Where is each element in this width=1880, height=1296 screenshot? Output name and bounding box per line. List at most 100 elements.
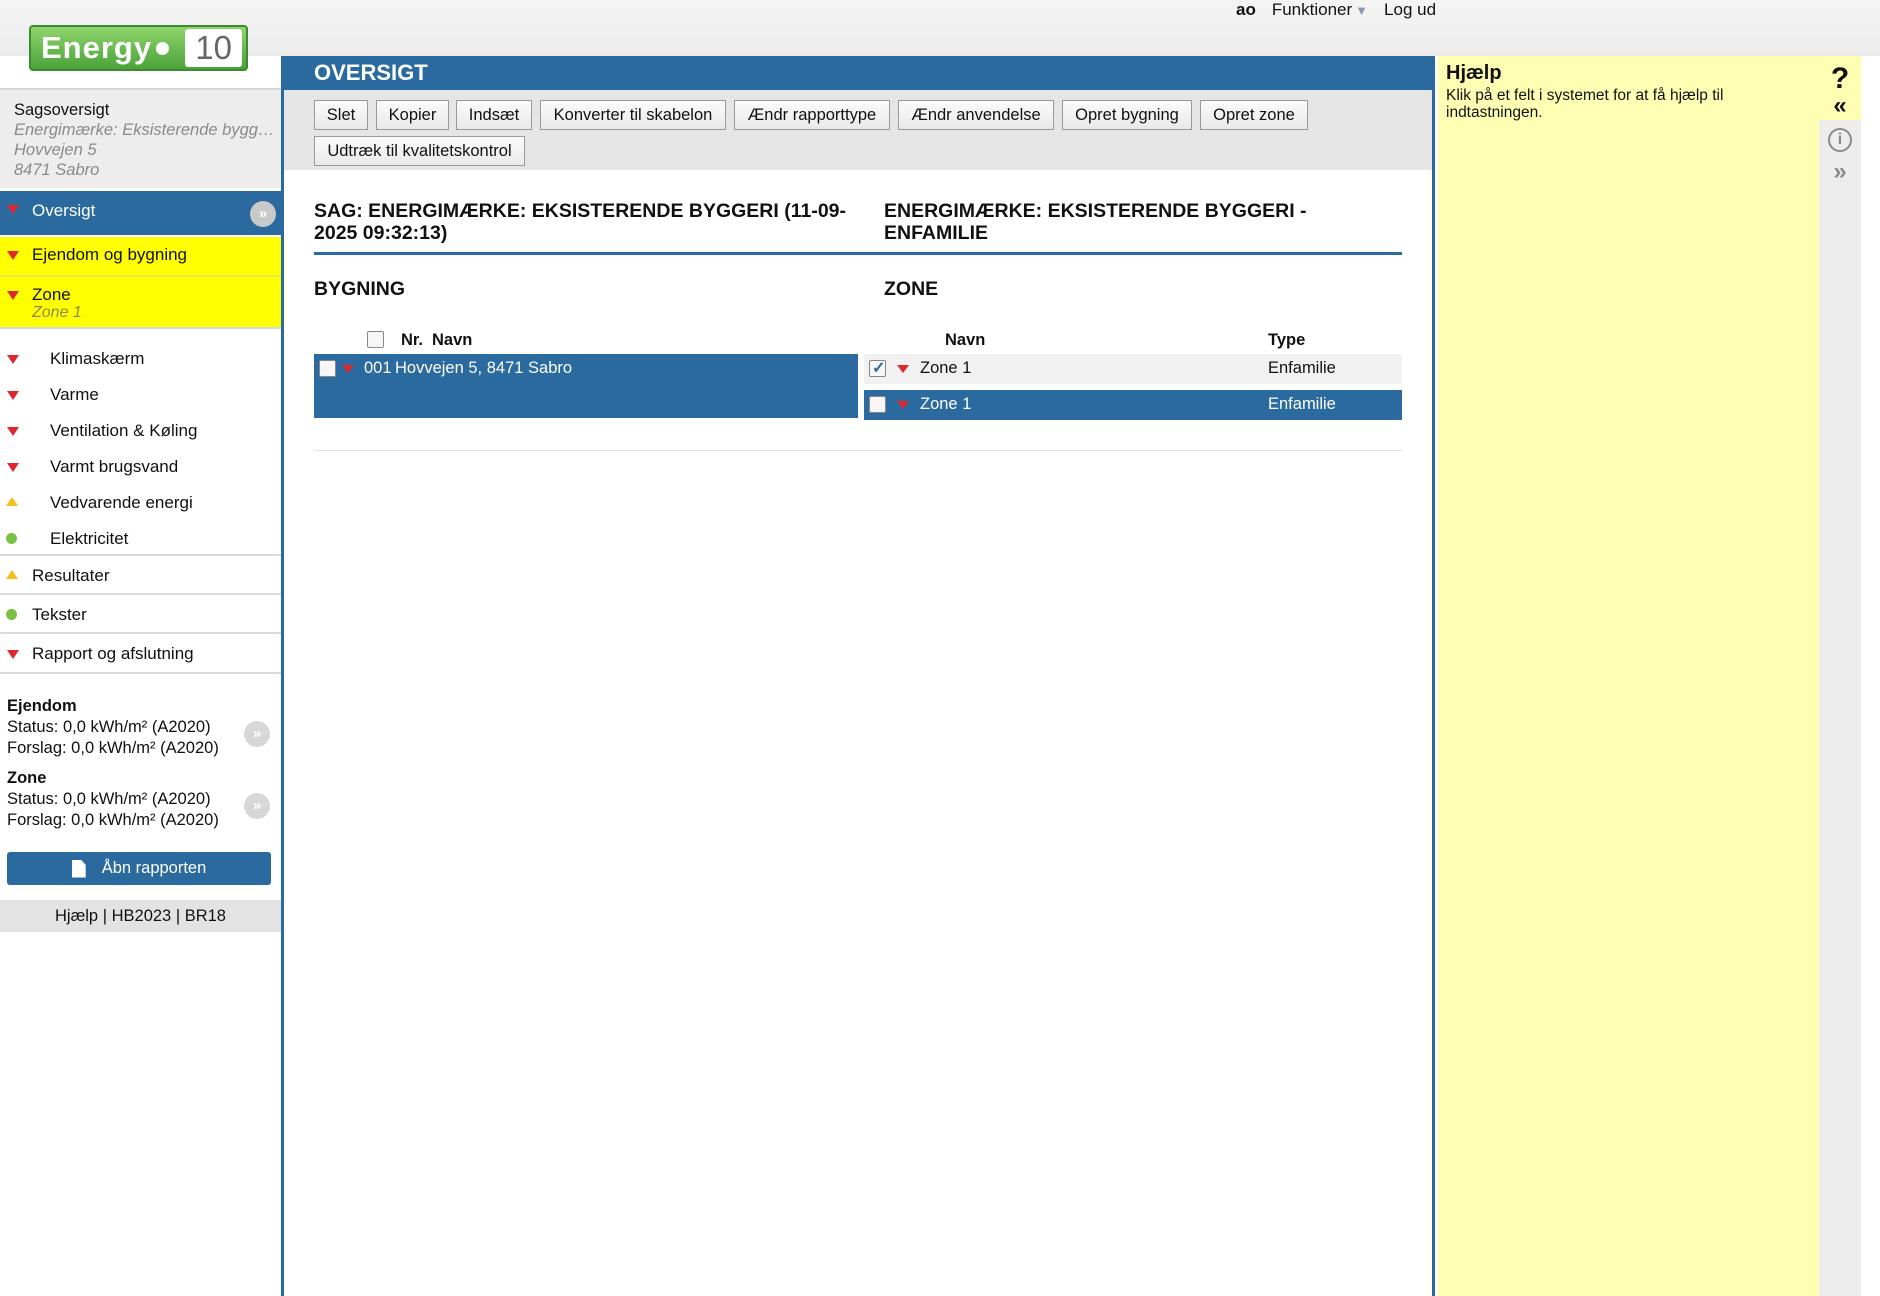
building-nr: 001 xyxy=(364,359,392,377)
zone-section-title: ZONE xyxy=(884,278,939,300)
hb2023-link[interactable]: HB2023 xyxy=(112,907,172,925)
column-header-nr: Nr. xyxy=(401,331,424,349)
column-header-name: Navn xyxy=(432,331,473,349)
double-chevron-left-icon[interactable]: « xyxy=(1819,94,1861,118)
select-all-buildings-checkbox[interactable] xyxy=(367,331,384,348)
column-header-type: Type xyxy=(1268,331,1306,349)
logout-link[interactable]: Log ud xyxy=(1384,0,1436,20)
sidebar-item-texts[interactable]: Tekster xyxy=(0,597,281,633)
delete-button[interactable]: Slet xyxy=(314,100,368,130)
sidebar-item-electricity[interactable]: Elektricitet xyxy=(0,521,281,557)
error-status-icon xyxy=(7,463,19,472)
create-zone-button[interactable]: Opret zone xyxy=(1200,100,1308,130)
case-summary[interactable]: Sagsoversigt Energimærke: Eksisterende b… xyxy=(0,88,281,188)
report-type-heading: ENERGIMÆRKE: EKSISTERENDE BYGGERI - ENFA… xyxy=(884,200,1307,244)
property-status: Ejendom Status: 0,0 kWh/m² (A2020) Forsl… xyxy=(7,696,219,759)
help-link[interactable]: Hjælp xyxy=(55,907,98,925)
case-city: 8471 Sabro xyxy=(14,161,100,179)
functions-menu[interactable]: Funktioner ▼ xyxy=(1272,0,1368,20)
error-status-icon xyxy=(897,401,909,409)
row-checkbox[interactable] xyxy=(869,358,886,378)
sidebar-item-climate[interactable]: Klimaskærm xyxy=(0,341,281,377)
property-status-title: Ejendom xyxy=(7,697,77,715)
br18-link[interactable]: BR18 xyxy=(185,907,226,925)
sidebar-item-label: Oversigt xyxy=(32,201,96,220)
double-chevron-right-icon[interactable]: » xyxy=(1819,160,1861,184)
error-status-icon xyxy=(7,291,19,300)
change-usage-button[interactable]: Ændr anvendelse xyxy=(898,100,1054,130)
sidebar-item-label: Vedvarende energi xyxy=(50,493,193,512)
sidebar-item-label: Tekster xyxy=(32,605,87,624)
building-section-title: BYGNING xyxy=(314,278,406,300)
error-status-icon xyxy=(7,205,19,214)
sidebar-item-report[interactable]: Rapport og afslutning xyxy=(0,636,281,672)
building-name: Hovvejen 5, 8471 Sabro xyxy=(395,359,573,377)
open-report-label: Åbn rapporten xyxy=(101,859,207,877)
error-status-icon xyxy=(7,251,19,260)
building-row[interactable]: 001 Hovvejen 5, 8471 Sabro xyxy=(314,354,858,418)
property-status-value: Status: 0,0 kWh/m² (A2020) xyxy=(7,718,211,736)
ok-status-icon xyxy=(6,533,17,544)
column-header-name: Navn xyxy=(945,331,986,349)
sidebar-item-label: Zone xyxy=(32,285,71,304)
sidebar-item-hot-water[interactable]: Varmt brugsvand xyxy=(0,449,281,485)
divider xyxy=(0,554,281,556)
sidebar-item-label: Varmt brugsvand xyxy=(50,457,179,476)
insert-button[interactable]: Indsæt xyxy=(456,100,532,130)
energy10-logo[interactable]: Energy 10 xyxy=(29,25,248,71)
sidebar-item-results[interactable]: Resultater xyxy=(0,558,281,594)
create-building-button[interactable]: Opret bygning xyxy=(1062,100,1192,130)
question-icon[interactable]: ? xyxy=(1819,64,1861,94)
sidebar-item-label: Elektricitet xyxy=(50,529,129,548)
zone-row[interactable]: Zone 1 Enfamilie xyxy=(864,354,1402,384)
double-chevron-right-icon[interactable]: » xyxy=(244,721,270,747)
sidebar-item-label: Klimaskærm xyxy=(50,349,145,368)
quality-control-export-button[interactable]: Udtræk til kvalitetskontrol xyxy=(314,136,525,166)
toolbar: Slet Kopier Indsæt Konverter til skabelo… xyxy=(284,90,1432,170)
sidebar-item-label: Ventilation & Køling xyxy=(50,421,198,440)
zone-proposal-value: Forslag: 0,0 kWh/m² (A2020) xyxy=(7,811,219,829)
sidebar-item-property[interactable]: Ejendom og bygning xyxy=(0,237,281,275)
error-status-icon xyxy=(7,355,19,364)
divider xyxy=(314,450,1402,451)
logo-number: 10 xyxy=(185,29,242,67)
zone-status-value: Status: 0,0 kWh/m² (A2020) xyxy=(7,790,211,808)
change-report-type-button[interactable]: Ændr rapporttype xyxy=(734,100,890,130)
info-icon[interactable]: i xyxy=(1819,128,1861,152)
case-summary-title: Sagsoversigt xyxy=(14,101,110,119)
help-text: Klik på et felt i systemet for at få hjæ… xyxy=(1446,87,1724,121)
open-report-button[interactable]: Åbn rapporten xyxy=(7,852,271,885)
help-rail: ? « i » xyxy=(1819,56,1861,1296)
sidebar-item-ventilation[interactable]: Ventilation & Køling xyxy=(0,413,281,449)
zone-status-title: Zone xyxy=(7,769,47,787)
copy-button[interactable]: Kopier xyxy=(376,100,449,130)
zone-type: Enfamilie xyxy=(1268,395,1336,413)
zone-type: Enfamilie xyxy=(1268,359,1336,377)
logo-dot xyxy=(156,41,170,55)
sidebar-item-heat[interactable]: Varme xyxy=(0,377,281,413)
error-status-icon xyxy=(342,365,354,373)
double-chevron-right-icon[interactable]: » xyxy=(244,793,270,819)
warning-status-icon xyxy=(6,497,18,506)
functions-label[interactable]: Funktioner xyxy=(1272,0,1352,19)
error-status-icon xyxy=(7,391,19,400)
divider xyxy=(0,672,281,674)
sidebar-item-label: Varme xyxy=(50,385,99,404)
row-checkbox[interactable] xyxy=(319,360,336,377)
document-icon xyxy=(71,859,86,878)
heading-rule xyxy=(314,252,1402,255)
help-panel: Hjælp Klik på et felt i systemet for at … xyxy=(1438,56,1819,1296)
sidebar-item-zone[interactable]: Zone Zone 1 xyxy=(0,277,281,327)
sidebar-item-overview[interactable]: Oversigt » xyxy=(0,191,281,235)
zone-row[interactable]: Zone 1 Enfamilie xyxy=(864,390,1402,420)
row-checkbox[interactable] xyxy=(869,396,886,413)
top-bar xyxy=(0,0,1880,56)
chevron-down-icon[interactable]: ▼ xyxy=(1355,3,1368,18)
double-chevron-right-icon[interactable]: » xyxy=(250,201,276,227)
sidebar-item-label: Resultater xyxy=(32,566,110,585)
case-type: Energimærke: Eksisterende byggeri xyxy=(14,121,276,139)
sidebar-item-renewable[interactable]: Vedvarende energi xyxy=(0,485,281,521)
sidebar-item-sublabel: Zone 1 xyxy=(32,304,82,321)
error-status-icon xyxy=(7,650,19,659)
convert-template-button[interactable]: Konverter til skabelon xyxy=(540,100,726,130)
